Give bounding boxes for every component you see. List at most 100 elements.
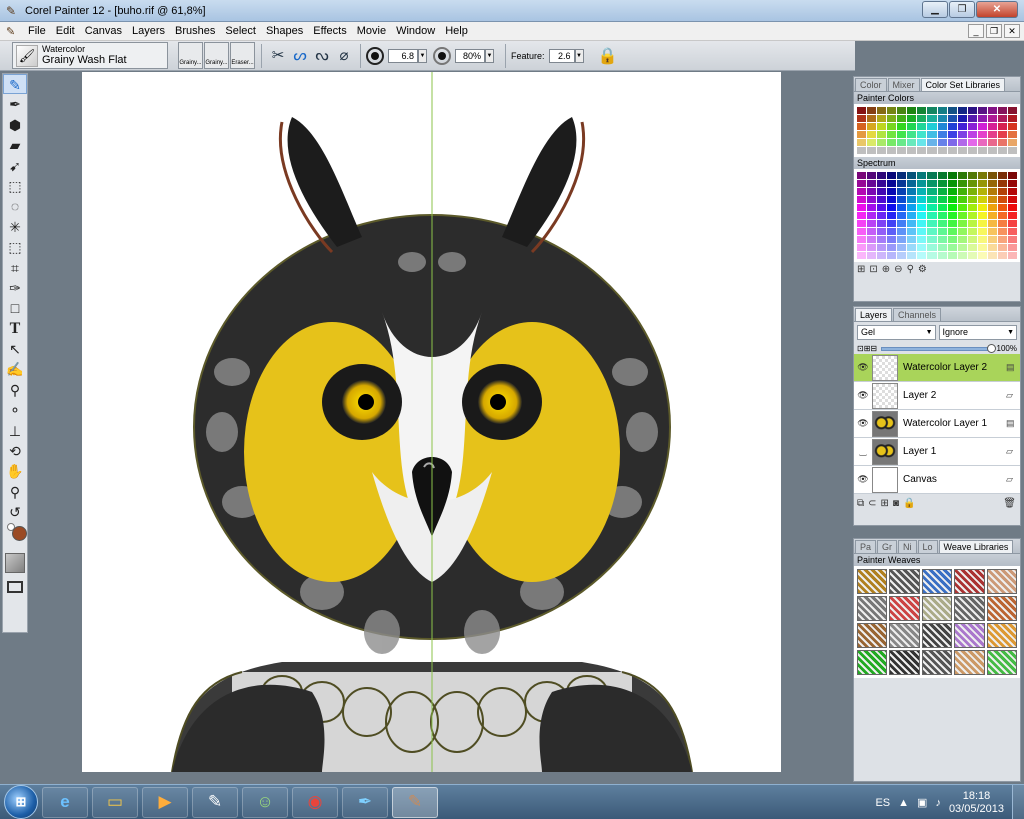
color-swatch[interactable]	[907, 204, 917, 211]
color-swatch[interactable]	[977, 115, 987, 122]
color-swatch[interactable]	[1007, 172, 1017, 179]
chrome-icon[interactable]: ◉	[292, 786, 338, 818]
color-swatch[interactable]	[957, 196, 967, 203]
color-swatch[interactable]	[957, 147, 967, 154]
people-app-icon[interactable]: ☺	[242, 786, 288, 818]
weave-swatch[interactable]	[986, 650, 1017, 675]
color-swatch[interactable]	[887, 123, 897, 130]
lasso-icon[interactable]: ◌	[3, 196, 27, 216]
language-indicator[interactable]: ES	[875, 797, 890, 809]
color-swatch[interactable]	[857, 172, 867, 179]
doc-minimize-button[interactable]: _	[968, 24, 984, 38]
drawing-canvas[interactable]	[82, 72, 781, 772]
new-layer-icon[interactable]: ⊞	[881, 498, 889, 509]
dodge-tool-icon[interactable]: ⚬	[3, 400, 27, 420]
color-swatch[interactable]	[907, 236, 917, 243]
color-swatch[interactable]	[957, 139, 967, 146]
tab-looks[interactable]: Lo	[917, 540, 938, 553]
color-swatch[interactable]	[937, 252, 947, 259]
color-swatch[interactable]	[877, 172, 887, 179]
color-swatch[interactable]	[917, 252, 927, 259]
tab-mixer[interactable]: Mixer	[887, 78, 920, 91]
color-swatch[interactable]	[947, 107, 957, 114]
color-swatch[interactable]	[967, 244, 977, 251]
color-swatch[interactable]	[927, 180, 937, 187]
color-swatch[interactable]	[967, 204, 977, 211]
color-swatch[interactable]	[957, 180, 967, 187]
color-swatch[interactable]	[967, 212, 977, 219]
color-swatch[interactable]	[887, 204, 897, 211]
color-swatch[interactable]	[857, 147, 867, 154]
main-color-swatch[interactable]	[12, 525, 27, 541]
color-swatch[interactable]	[957, 131, 967, 138]
color-swatch[interactable]	[867, 252, 877, 259]
clock[interactable]: 18:18 03/05/2013	[949, 790, 1004, 816]
color-swatch[interactable]	[997, 236, 1007, 243]
color-swatch[interactable]	[937, 196, 947, 203]
paint-bucket-icon[interactable]: ⬢	[3, 115, 27, 135]
color-swatch[interactable]	[857, 180, 867, 187]
color-swatch[interactable]	[957, 188, 967, 195]
color-swatch[interactable]	[957, 236, 967, 243]
weave-swatch[interactable]	[921, 596, 953, 621]
color-swatch[interactable]	[887, 228, 897, 235]
color-swatch[interactable]	[947, 139, 957, 146]
color-swatch[interactable]	[947, 147, 957, 154]
weave-swatch[interactable]	[986, 596, 1017, 621]
color-swatch[interactable]	[867, 204, 877, 211]
color-swatch[interactable]	[907, 252, 917, 259]
color-swatch[interactable]	[997, 228, 1007, 235]
color-swatch[interactable]	[947, 204, 957, 211]
color-swatch[interactable]	[857, 107, 867, 114]
color-swatch[interactable]	[947, 115, 957, 122]
color-swatch[interactable]	[1007, 131, 1017, 138]
weave-swatch[interactable]	[857, 569, 888, 594]
color-swatch[interactable]	[987, 188, 997, 195]
color-swatch[interactable]	[877, 180, 887, 187]
color-swatch[interactable]	[977, 188, 987, 195]
color-swatch[interactable]	[877, 131, 887, 138]
color-swatch[interactable]	[917, 188, 927, 195]
tab-channels[interactable]: Channels	[893, 308, 942, 321]
color-swatch[interactable]	[1007, 115, 1017, 122]
menu-select[interactable]: Select	[221, 25, 262, 37]
doc-restore-button[interactable]: ❐	[986, 24, 1002, 38]
eye-icon[interactable]: 👁	[854, 362, 872, 373]
magnifier-icon[interactable]: ⚲	[3, 482, 27, 502]
recent-brush-1[interactable]: Grainy...	[178, 42, 203, 69]
color-swatch[interactable]	[997, 212, 1007, 219]
color-swatch[interactable]	[917, 244, 927, 251]
color-swatch[interactable]	[977, 139, 987, 146]
stroke-type-straight-icon[interactable]: ᔓ	[311, 45, 333, 67]
color-swatch[interactable]	[867, 228, 877, 235]
color-swatch[interactable]	[887, 220, 897, 227]
color-swatch[interactable]	[927, 147, 937, 154]
color-swatch[interactable]	[947, 236, 957, 243]
color-swatch[interactable]	[957, 252, 967, 259]
color-swatch[interactable]	[947, 188, 957, 195]
selection-adjuster-icon[interactable]: ⬚	[3, 237, 27, 257]
layer-row[interactable]: 👁 Watercolor Layer 1 ▤	[854, 410, 1020, 438]
color-swatch[interactable]	[917, 228, 927, 235]
color-swatch[interactable]	[937, 115, 947, 122]
color-swatch[interactable]	[997, 131, 1007, 138]
color-swatch[interactable]	[1007, 196, 1017, 203]
color-swatch[interactable]	[857, 220, 867, 227]
color-swatch[interactable]	[917, 220, 927, 227]
color-swatch[interactable]	[947, 244, 957, 251]
weave-swatch[interactable]	[857, 623, 888, 648]
weave-swatch[interactable]	[986, 623, 1017, 648]
color-swatch[interactable]	[987, 147, 997, 154]
color-swatch[interactable]	[917, 236, 927, 243]
color-swatch[interactable]	[917, 196, 927, 203]
color-swatch[interactable]	[867, 212, 877, 219]
file-explorer-icon[interactable]: ▭	[92, 786, 138, 818]
network-icon[interactable]: ▣	[917, 796, 927, 809]
maximize-button[interactable]: ❐	[949, 1, 975, 18]
tab-color[interactable]: Color	[855, 78, 887, 91]
document-icon[interactable]: ✎	[6, 25, 20, 38]
start-button[interactable]: ⊞	[4, 785, 38, 819]
color-swatch[interactable]	[987, 204, 997, 211]
size-dropdown-arrow[interactable]: ▼	[418, 48, 427, 63]
color-swatch[interactable]	[957, 107, 967, 114]
